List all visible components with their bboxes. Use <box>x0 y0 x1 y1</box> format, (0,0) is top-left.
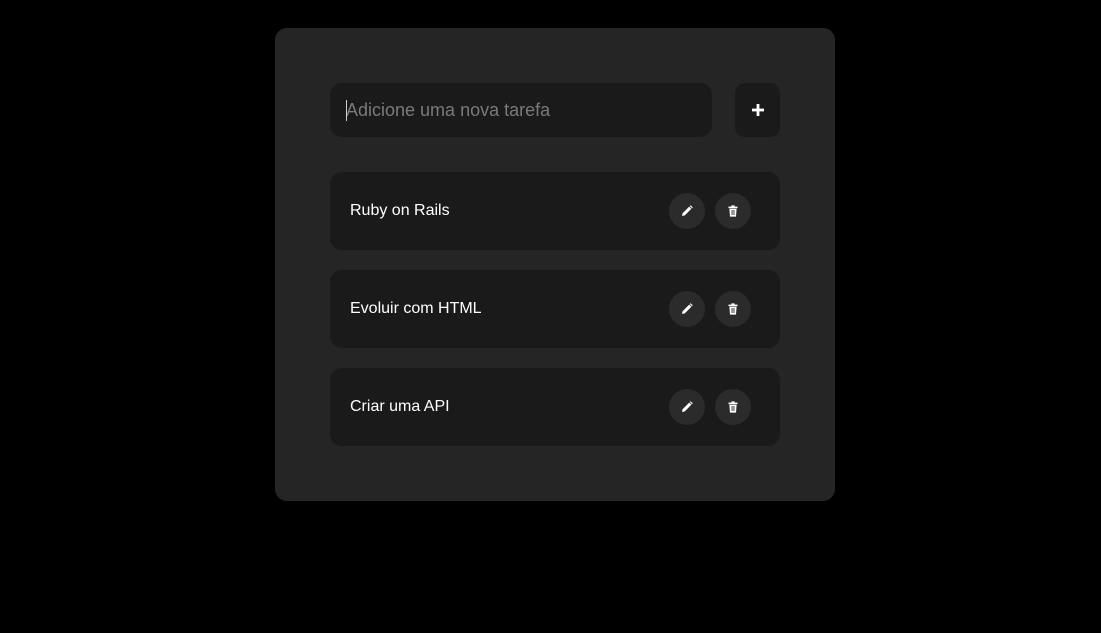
delete-task-button[interactable] <box>715 291 751 327</box>
task-item: Ruby on Rails <box>330 172 780 250</box>
delete-task-button[interactable] <box>715 389 751 425</box>
edit-task-button[interactable] <box>669 389 705 425</box>
trash-icon <box>727 303 739 315</box>
edit-task-button[interactable] <box>669 193 705 229</box>
plus-icon <box>751 104 764 116</box>
pencil-icon <box>681 303 693 315</box>
trash-icon <box>727 205 739 217</box>
task-item: Criar uma API <box>330 368 780 446</box>
task-item: Evoluir com HTML <box>330 270 780 348</box>
task-list: Ruby on Rails Evoluir com HTML Criar uma… <box>330 172 780 466</box>
edit-task-button[interactable] <box>669 291 705 327</box>
pencil-icon <box>681 401 693 413</box>
new-task-row <box>330 83 780 137</box>
task-actions <box>669 389 751 425</box>
new-task-input[interactable] <box>330 83 712 137</box>
text-caret <box>346 100 347 121</box>
task-actions <box>669 291 751 327</box>
add-task-button[interactable] <box>735 83 780 137</box>
delete-task-button[interactable] <box>715 193 751 229</box>
trash-icon <box>727 401 739 413</box>
pencil-icon <box>681 205 693 217</box>
task-actions <box>669 193 751 229</box>
todo-card: Ruby on Rails <box>275 28 835 501</box>
